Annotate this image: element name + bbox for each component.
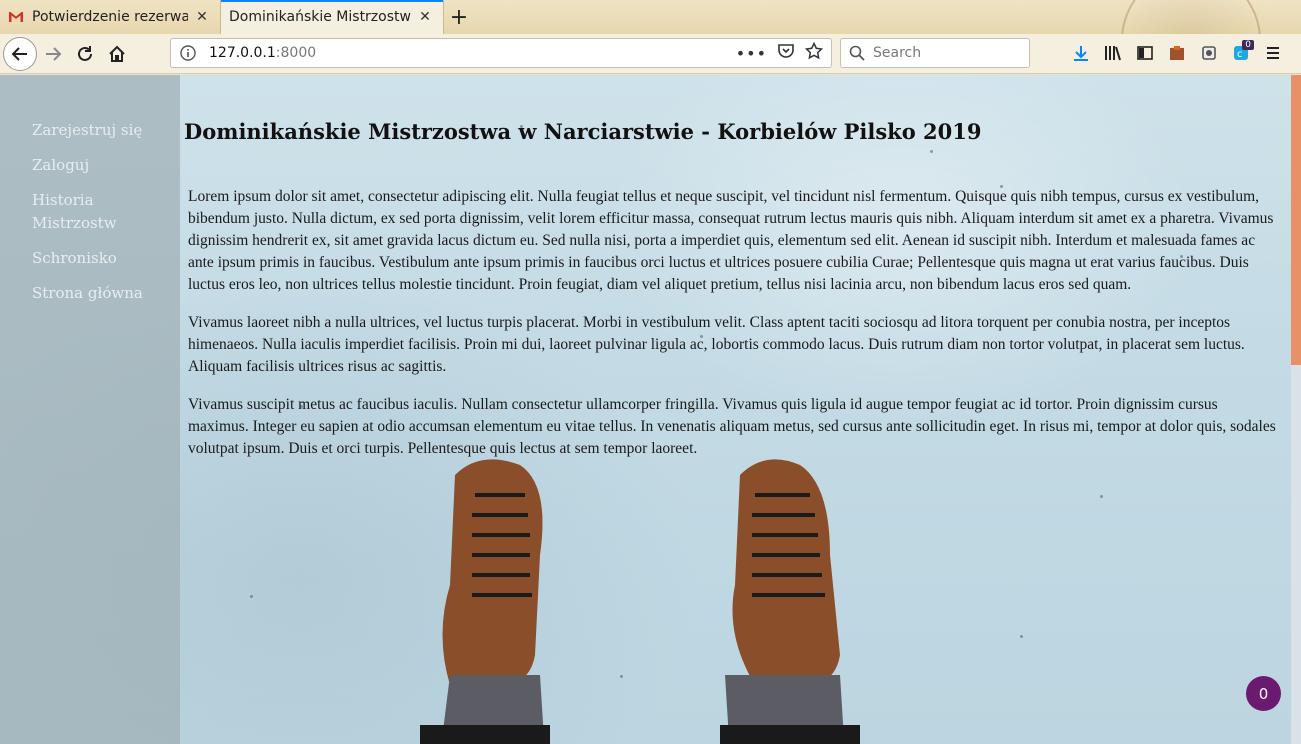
- tab-title: Dominikańskie Mistrzostwa: [229, 9, 411, 25]
- library-icon: [1105, 46, 1121, 61]
- tab-dominikanskie[interactable]: Dominikańskie Mistrzostwa ✕: [220, 0, 444, 34]
- extension-button-1[interactable]: [1164, 38, 1190, 68]
- extension-button-2[interactable]: [1196, 38, 1222, 68]
- boots-background-image: [420, 459, 860, 744]
- scrollbar-thumb[interactable]: [1291, 75, 1301, 365]
- tab-strip: Potwierdzenie rezerwac ✕ Dominikańskie M…: [0, 0, 1301, 34]
- sidebar-item-home[interactable]: Strona główna: [0, 282, 180, 305]
- navigation-toolbar: 127.0.0.1:8000 ••• Search c 0: [0, 34, 1301, 74]
- sidebar-item-shelter[interactable]: Schronisko: [0, 247, 180, 270]
- sidebar-item-history[interactable]: Historia Mistrzostw: [0, 189, 117, 235]
- url-port: :8000: [275, 45, 317, 61]
- extension-puzzle-icon: [1202, 46, 1216, 60]
- forward-button[interactable]: [37, 38, 69, 70]
- paragraph-1: Lorem ipsum dolor sit amet, consectetur …: [188, 188, 1274, 293]
- extension-box-icon: [1170, 46, 1184, 60]
- search-icon: [849, 45, 865, 61]
- sidebar-item-register[interactable]: Zarejestruj się: [0, 119, 180, 142]
- reload-icon: [78, 45, 92, 61]
- page-scrollbar[interactable]: [1291, 75, 1301, 744]
- info-icon[interactable]: [179, 44, 197, 62]
- sidebar-item-login[interactable]: Zaloguj: [0, 154, 180, 177]
- paragraph-2: Vivamus laoreet nibh a nulla ultrices, v…: [188, 314, 1245, 375]
- downloads-button[interactable]: [1068, 38, 1094, 68]
- sidebar-nav: Zarejestruj się Zaloguj Historia Mistrzo…: [0, 75, 180, 744]
- tab-title: Potwierdzenie rezerwac: [32, 9, 188, 25]
- tab-potwierdzenie[interactable]: Potwierdzenie rezerwac ✕: [0, 0, 220, 34]
- url-bar[interactable]: 127.0.0.1:8000 •••: [170, 38, 832, 68]
- theme-globe-decoration: [1121, 0, 1261, 34]
- chat-widget-button[interactable]: 0: [1246, 676, 1281, 711]
- close-icon[interactable]: ✕: [417, 9, 433, 25]
- library-button[interactable]: [1100, 38, 1126, 68]
- paragraph-3: Vivamus suscipit metus ac faucibus iacul…: [188, 396, 1276, 457]
- back-button[interactable]: [3, 36, 37, 71]
- extension-button-3[interactable]: c 0: [1228, 38, 1254, 68]
- page-actions-icon[interactable]: •••: [736, 44, 767, 63]
- sidebar-icon: [1137, 46, 1153, 60]
- svg-text:c: c: [1237, 49, 1243, 60]
- home-button[interactable]: [101, 38, 133, 70]
- toolbar-icons: c 0: [1068, 38, 1286, 68]
- sidebar-toggle-button[interactable]: [1132, 38, 1158, 68]
- page-viewport: Zarejestruj się Zaloguj Historia Mistrzo…: [0, 75, 1301, 744]
- gmail-icon: [8, 9, 24, 25]
- arrow-left-icon: [11, 46, 27, 61]
- home-icon: [109, 45, 125, 62]
- article-body: Lorem ipsum dolor sit amet, consectetur …: [184, 186, 1284, 460]
- main-content: Dominikańskie Mistrzostwa w Narciarstwie…: [184, 75, 1284, 476]
- search-input[interactable]: Search: [840, 38, 1030, 68]
- bookmark-star-icon[interactable]: [804, 41, 824, 64]
- url-host: 127.0.0.1: [209, 45, 276, 61]
- hamburger-menu-icon: [1267, 47, 1279, 59]
- page-title: Dominikańskie Mistrzostwa w Narciarstwie…: [184, 119, 982, 144]
- menu-button[interactable]: [1260, 38, 1286, 68]
- arrow-right-icon: [46, 46, 62, 61]
- search-placeholder: Search: [873, 45, 922, 61]
- new-tab-button[interactable]: +: [444, 0, 474, 34]
- extension-badge: 0: [1242, 40, 1254, 50]
- download-icon: [1074, 46, 1088, 61]
- reload-button[interactable]: [69, 38, 101, 70]
- close-icon[interactable]: ✕: [194, 9, 210, 25]
- pocket-icon[interactable]: [777, 42, 795, 64]
